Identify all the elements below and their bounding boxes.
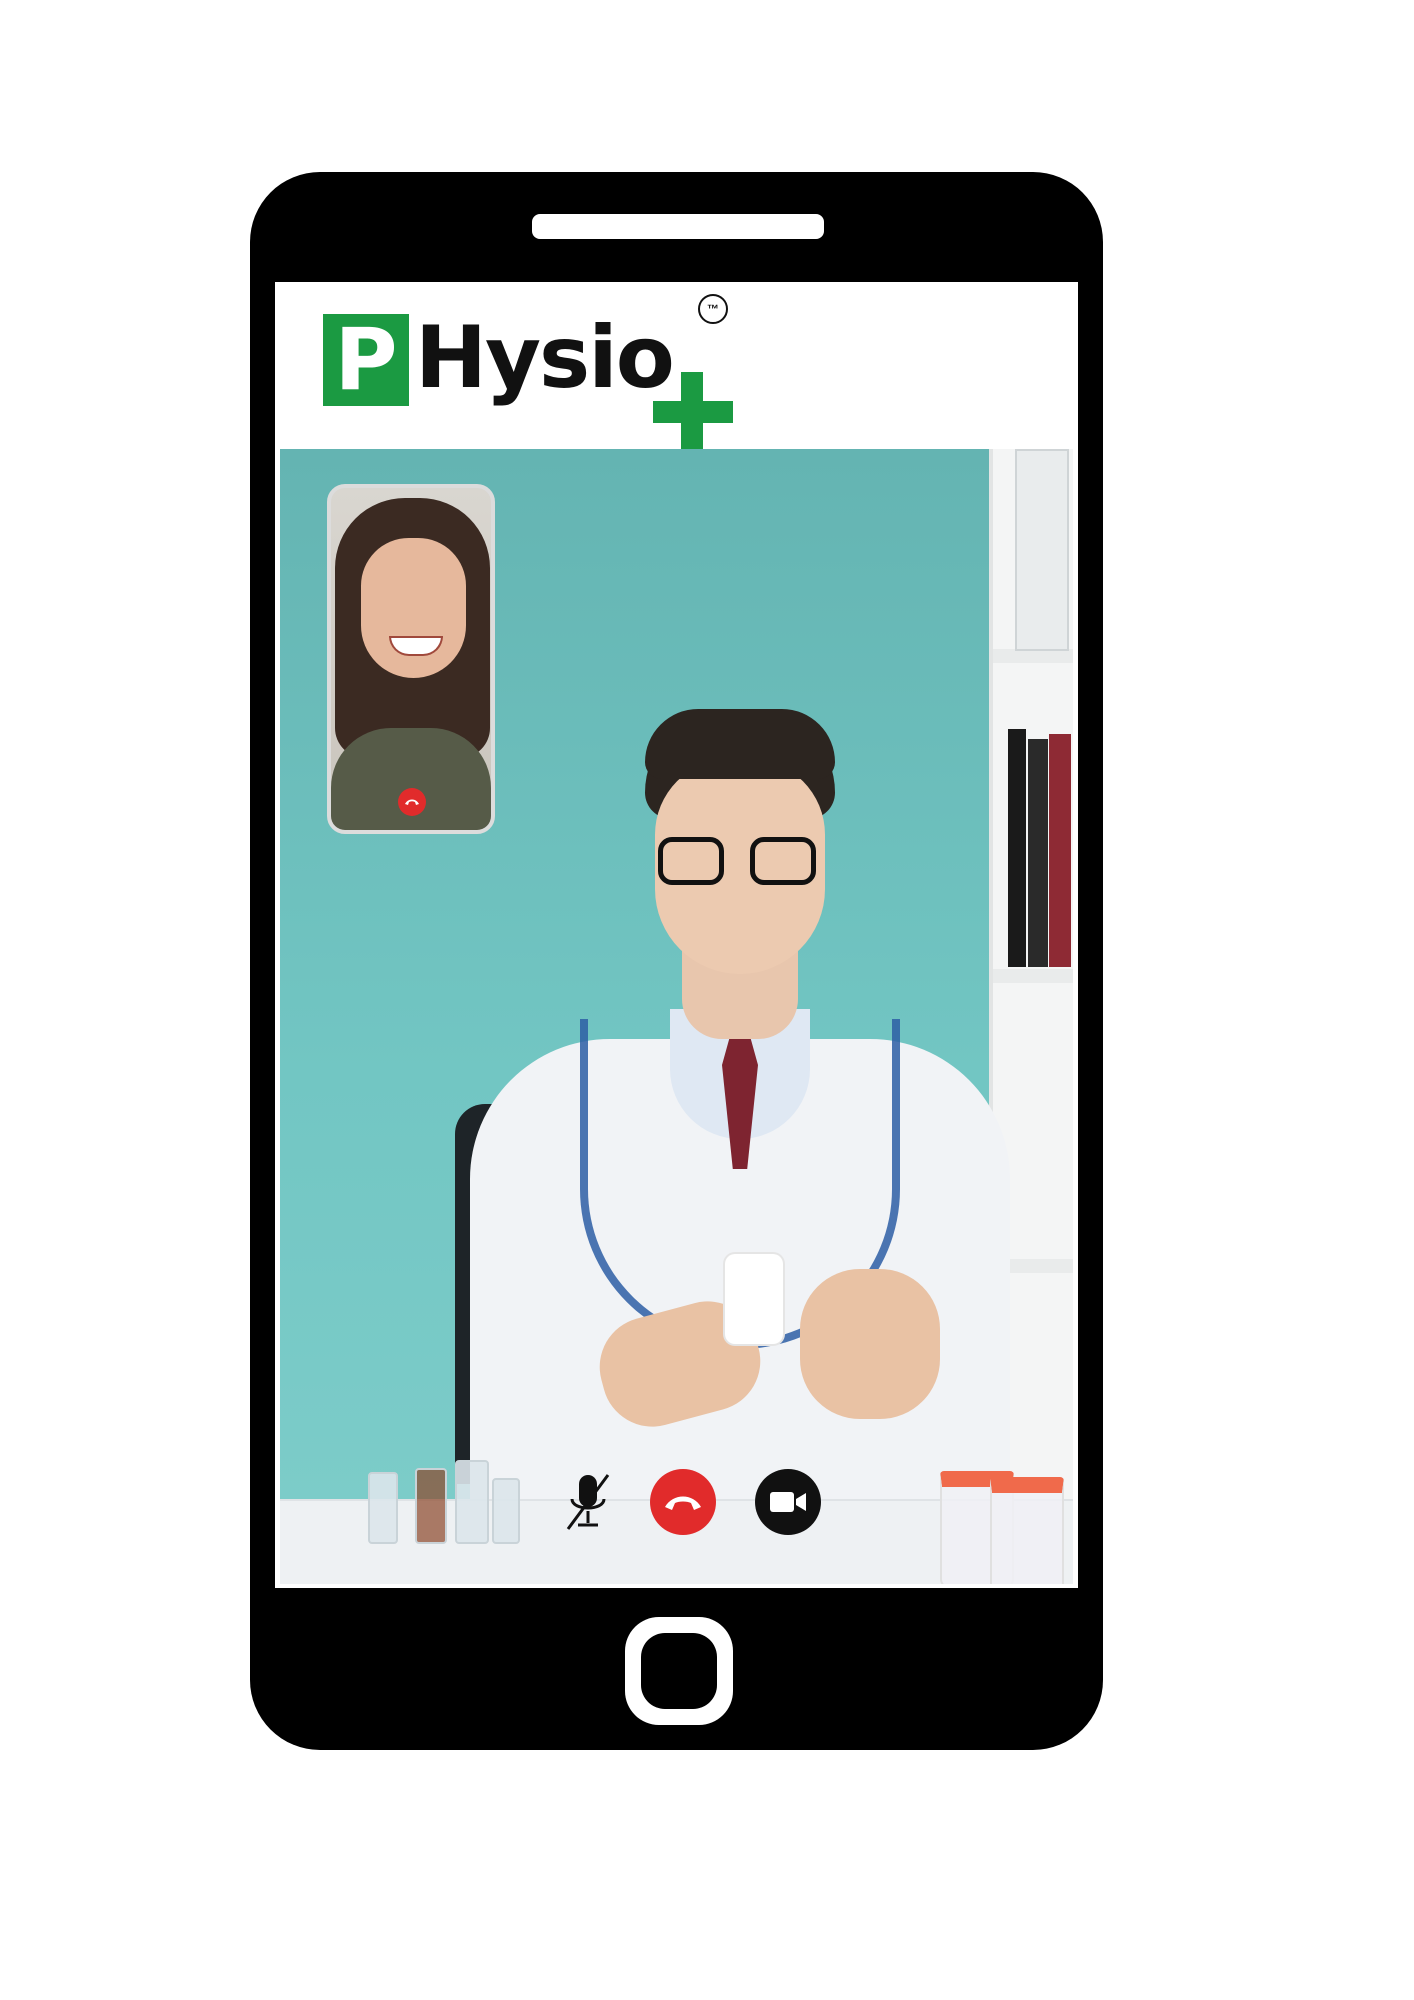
remote-video [280,449,1073,1584]
phone-screen: P Hysio ™ [275,282,1078,1588]
phone-frame: P Hysio ™ [250,172,1103,1750]
doctor-figure [460,709,1020,1509]
call-controls [555,1469,821,1539]
camera-button[interactable] [755,1469,821,1535]
logo-word: Hysio [415,308,675,408]
end-call-icon[interactable] [398,788,426,816]
plus-icon [653,372,733,452]
app-header: P Hysio ™ [275,282,1078,452]
pill-bottle [725,1254,783,1344]
mic-off-icon [566,1474,610,1530]
end-call-button[interactable] [650,1469,716,1535]
app-logo: P Hysio ™ [323,294,753,452]
specimen-cup [990,1477,1064,1584]
end-call-icon [665,1496,701,1510]
trademark-mark: ™ [698,294,728,324]
video-camera-icon [770,1492,806,1512]
mute-button[interactable] [555,1469,621,1535]
self-view-video[interactable] [327,484,495,834]
logo-letter: P [323,314,409,406]
home-button[interactable] [625,1617,733,1725]
phone-speaker [532,214,824,239]
